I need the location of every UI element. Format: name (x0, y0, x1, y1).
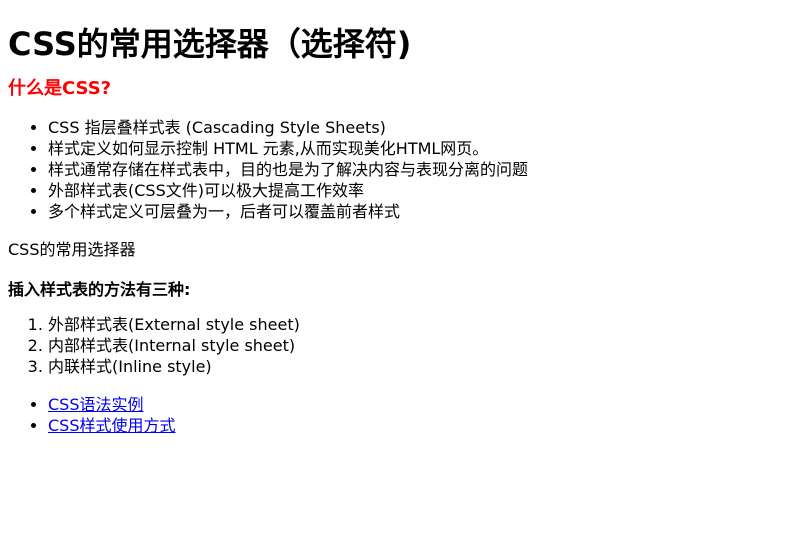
list-item: CSS样式使用方式 (48, 415, 787, 436)
list-item: 样式通常存储在样式表中，目的也是为了解决内容与表现分离的问题 (48, 159, 787, 180)
css-syntax-example-link[interactable]: CSS语法实例 (48, 395, 144, 414)
list-item: 内部样式表(Internal style sheet) (48, 335, 787, 356)
list-item: CSS语法实例 (48, 394, 787, 415)
links-list: CSS语法实例 CSS样式使用方式 (8, 394, 787, 436)
selectors-text: CSS的常用选择器 (8, 240, 136, 259)
list-item: 外部样式表(External style sheet) (48, 314, 787, 335)
methods-title: 插入样式表的方法有三种: (8, 280, 191, 299)
list-item: 外部样式表(CSS文件)可以极大提高工作效率 (48, 180, 787, 201)
css-usage-link[interactable]: CSS样式使用方式 (48, 416, 176, 435)
list-item: 样式定义如何显示控制 HTML 元素,从而实现美化HTML网页。 (48, 138, 787, 159)
list-item: 内联样式(Inline style) (48, 356, 787, 377)
list-item: 多个样式定义可层叠为一，后者可以覆盖前者样式 (48, 201, 787, 222)
what-is-css-list: CSS 指层叠样式表 (Cascading Style Sheets) 样式定义… (8, 117, 787, 222)
methods-list: 外部样式表(External style sheet) 内部样式表(Intern… (8, 314, 787, 377)
what-is-css-heading: 什么是CSS? (8, 78, 112, 99)
page-title: CSS的常用选择器（选择符) (8, 25, 412, 63)
list-item: CSS 指层叠样式表 (Cascading Style Sheets) (48, 117, 787, 138)
page-content: CSS的常用选择器（选择符) 什么是CSS? CSS 指层叠样式表 (Casca… (0, 0, 795, 436)
